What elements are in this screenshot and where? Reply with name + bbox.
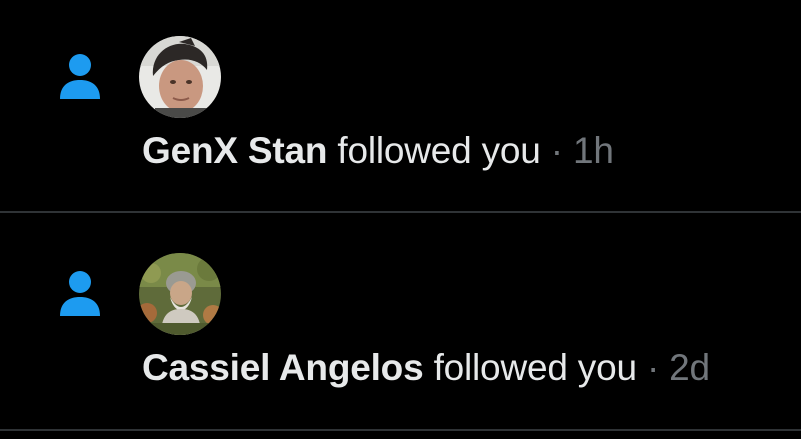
avatar[interactable]: [139, 36, 221, 118]
separator: ·: [646, 347, 660, 388]
notification-item[interactable]: Cassiel Angelos followed you · 2d: [0, 213, 801, 431]
avatar[interactable]: [139, 253, 221, 335]
user-name[interactable]: GenX Stan: [142, 130, 327, 171]
notification-text: Cassiel Angelos followed you · 2d: [142, 344, 710, 392]
separator: ·: [550, 130, 563, 171]
notification-item[interactable]: GenX Stan followed you · 1h: [0, 0, 801, 213]
action-text: followed you: [433, 347, 637, 388]
user-name[interactable]: Cassiel Angelos: [142, 347, 424, 388]
action-text: followed you: [337, 130, 541, 171]
notification-text: GenX Stan followed you · 1h: [142, 127, 614, 175]
notifications-feed: GenX Stan followed you · 1h Cassiel Ange…: [0, 0, 801, 439]
person-icon: [60, 271, 100, 316]
timestamp: 1h: [573, 130, 614, 171]
timestamp: 2d: [669, 347, 710, 388]
person-icon: [60, 54, 100, 99]
